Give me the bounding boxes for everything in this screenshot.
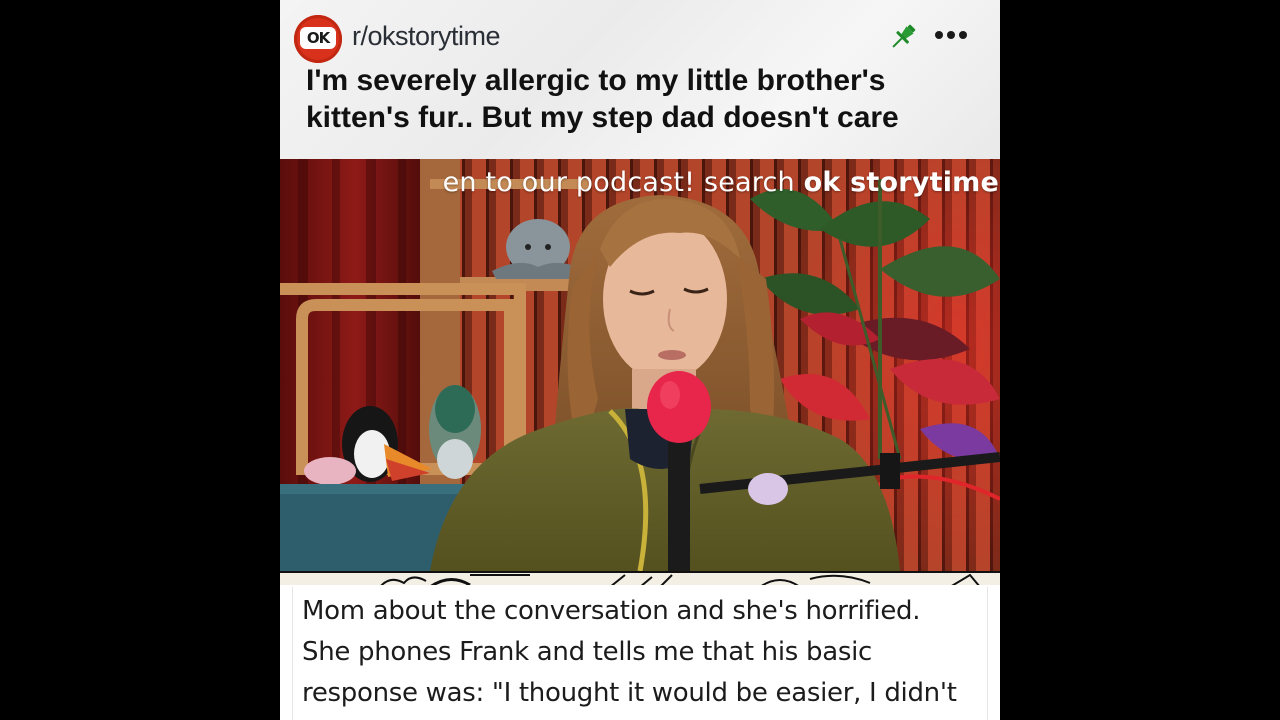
pin-icon[interactable] <box>886 20 920 54</box>
subreddit-avatar[interactable]: OK <box>294 15 342 63</box>
more-options-icon[interactable] <box>932 22 970 48</box>
avatar-logo: OK <box>300 27 336 49</box>
story-panel: Mom about the conversation and she's hor… <box>280 585 1000 720</box>
podcast-scene <box>280 159 1000 571</box>
post-title: I'm severely allergic to my little broth… <box>306 64 899 134</box>
podcast-banner: en to our podcast! search ok storytime <box>280 163 1000 203</box>
story-line: Mom about the conversation and she's hor… <box>302 596 921 626</box>
banner-prefix: en to our podcast! search <box>442 167 804 198</box>
post-header: OK r/okstorytime I'm severely allergic t… <box>280 0 1000 159</box>
story-line: She phones Frank and tells me that his b… <box>302 637 872 667</box>
subreddit-name[interactable]: r/okstorytime <box>352 21 501 52</box>
banner-emphasis: ok storytime <box>803 167 999 198</box>
story-text: Mom about the conversation and she's hor… <box>302 591 992 714</box>
story-line: response was: "I thought it would be eas… <box>302 678 957 708</box>
video-still: en to our podcast! search ok storytime <box>280 159 1000 571</box>
video-frame: OK r/okstorytime I'm severely allergic t… <box>280 0 1000 720</box>
